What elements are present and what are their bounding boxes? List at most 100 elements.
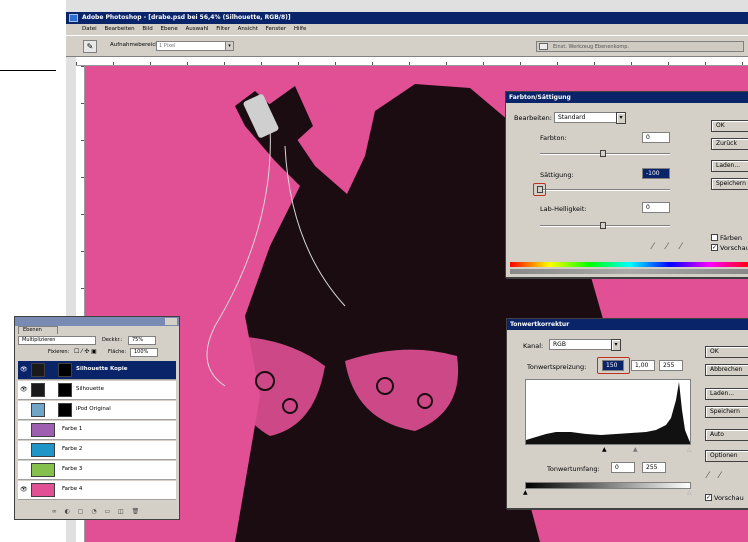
fill-field[interactable]: 100% <box>130 348 158 357</box>
black-point-slider-icon[interactable]: ▲ <box>602 446 607 453</box>
levels-cancel-button[interactable]: Abbrechen <box>705 364 748 376</box>
output-black-slider-icon[interactable]: ▲ <box>523 489 528 496</box>
levels-options-button[interactable]: Optionen <box>705 450 748 462</box>
output-levels-label: Tonwertumfang: <box>547 465 600 473</box>
palette-well-tabs: Einst. Werkzeug Ebenenkomp. <box>553 44 630 50</box>
saturation-field[interactable]: -100 <box>642 168 670 179</box>
layer-row-silhouette-kopie[interactable]: 👁 Silhouette Kopie <box>18 361 176 380</box>
lightness-field[interactable]: 0 <box>642 202 670 213</box>
gamma-slider-icon[interactable]: ▲ <box>633 446 638 453</box>
levels-auto-button[interactable]: Auto <box>705 429 748 441</box>
opacity-field[interactable]: 75% <box>128 336 156 345</box>
menu-bearbeiten[interactable]: Bearbeiten <box>104 26 134 32</box>
layer-thumbnail <box>31 443 55 457</box>
black-eyedropper-icon[interactable]: ⁄ <box>707 471 709 481</box>
lock-icons[interactable]: ☐ ⁄ ✣ ▣ <box>74 348 97 355</box>
layer-row-farbe-2[interactable]: Farbe 2 <box>18 441 176 460</box>
chevron-down-icon[interactable]: ▾ <box>616 112 626 124</box>
layer-thumbnail <box>31 483 55 497</box>
eyedropper-icon[interactable]: ⁄ <box>652 242 654 252</box>
hue-saturation-dialog: Farbton/Sättigung Bearbeiten: Standard ▾… <box>505 91 748 278</box>
menu-fenster[interactable]: Fenster <box>266 26 286 32</box>
blend-mode-select[interactable]: Multiplizieren <box>18 336 96 345</box>
layer-row-farbe-1[interactable]: Farbe 1 <box>18 421 176 440</box>
eye-icon[interactable] <box>20 406 27 414</box>
hue-dialog-title: Farbton/Sättigung <box>506 92 748 103</box>
input-gamma-field[interactable]: 1,00 <box>631 360 655 371</box>
eyedropper-minus-icon[interactable]: ⁄ <box>680 242 682 252</box>
tab-layers[interactable]: Ebenen <box>18 326 58 334</box>
sample-select[interactable]: 1 Pixel ▾ <box>156 41 234 51</box>
white-point-slider-icon[interactable]: △ <box>687 446 692 453</box>
levels-preview-checkbox[interactable]: ✓ <box>705 494 712 501</box>
menu-bar: Datei Bearbeiten Bild Ebene Auswahl Filt… <box>66 24 748 35</box>
hue-spectrum-top <box>510 262 748 267</box>
eye-icon[interactable] <box>20 446 27 454</box>
layer-mask-thumbnail <box>58 383 72 397</box>
menu-filter[interactable]: Filter <box>216 26 230 32</box>
margin-rule <box>0 70 56 71</box>
lightness-slider-thumb[interactable] <box>600 222 606 229</box>
options-bar: ✎ Aufnahmebereich: 1 Pixel ▾ Einst. Werk… <box>66 35 748 57</box>
chevron-down-icon[interactable]: ▾ <box>611 339 621 351</box>
saturation-highlight <box>533 183 546 196</box>
output-gradient <box>525 482 691 489</box>
hue-preview-checkbox[interactable]: ✓ <box>711 244 718 251</box>
histogram-graph <box>526 382 690 444</box>
menu-auswahl[interactable]: Auswahl <box>185 26 208 32</box>
layers-panel-titlebar[interactable] <box>15 317 179 326</box>
hue-load-button[interactable]: Laden... <box>711 160 748 172</box>
eye-icon[interactable] <box>20 466 27 474</box>
menu-hilfe[interactable]: Hilfe <box>294 26 307 32</box>
hue-ok-button[interactable]: OK <box>711 120 748 132</box>
output-white-slider-icon[interactable]: △ <box>687 489 692 496</box>
layer-thumbnail <box>31 383 45 397</box>
opacity-label: Deckkr.: <box>102 337 123 343</box>
edit-label: Bearbeiten: <box>514 114 552 122</box>
layer-row-farbe-3[interactable]: Farbe 3 <box>18 461 176 480</box>
lock-label: Fixieren: <box>48 349 70 355</box>
hue-slider-thumb[interactable] <box>600 150 606 157</box>
menu-ebene[interactable]: Ebene <box>160 26 177 32</box>
levels-ok-button[interactable]: OK <box>705 346 748 358</box>
eye-icon[interactable] <box>20 426 27 434</box>
brush-tool-icon[interactable]: ✎ <box>83 40 97 53</box>
window-title-bar: Adobe Photoshop - [drabe.psd bei 56,4% (… <box>66 12 748 24</box>
colorize-checkbox[interactable] <box>711 234 718 241</box>
panel-close-icon[interactable] <box>165 318 177 325</box>
sample-select-value: 1 Pixel <box>159 43 176 49</box>
hue-reset-button[interactable]: Zurück <box>711 138 748 150</box>
layer-name: Farbe 4 <box>62 486 83 492</box>
saturation-slider[interactable] <box>540 189 670 191</box>
eye-icon[interactable]: 👁 <box>20 486 28 494</box>
menu-datei[interactable]: Datei <box>82 26 97 32</box>
hue-field[interactable]: 0 <box>642 132 670 143</box>
layer-thumbnail <box>31 403 45 417</box>
layer-row-ipod-original[interactable]: iPod Original <box>18 401 176 420</box>
layer-name: Farbe 3 <box>62 466 83 472</box>
input-black-highlight <box>597 357 630 374</box>
eyedropper-plus-icon[interactable]: ⁄ <box>666 242 668 252</box>
fill-label: Fläche: <box>108 349 127 355</box>
menu-ansicht[interactable]: Ansicht <box>238 26 258 32</box>
levels-histogram <box>525 379 691 445</box>
layer-name: Farbe 2 <box>62 446 83 452</box>
eye-icon[interactable]: 👁 <box>20 366 28 374</box>
horizontal-ruler[interactable] <box>76 57 748 66</box>
hue-save-button[interactable]: Speichern <box>711 178 748 190</box>
menu-bild[interactable]: Bild <box>142 26 152 32</box>
eye-icon[interactable]: 👁 <box>20 386 28 394</box>
input-white-field[interactable]: 255 <box>659 360 683 371</box>
layer-row-farbe-4[interactable]: 👁 Farbe 4 <box>18 481 176 500</box>
layer-thumbnail <box>31 423 55 437</box>
levels-load-button[interactable]: Laden... <box>705 388 748 400</box>
gray-eyedropper-icon[interactable]: ⁄ <box>719 471 721 481</box>
palette-well[interactable]: Einst. Werkzeug Ebenenkomp. <box>536 41 744 52</box>
output-white-field[interactable]: 255 <box>642 462 666 473</box>
levels-save-button[interactable]: Speichern <box>705 406 748 418</box>
layer-row-silhouette[interactable]: 👁 Silhouette <box>18 381 176 400</box>
layers-panel-footer-icons[interactable]: ∞ ◐ ▢ ◔ ▭ ◫ 🗑 <box>18 508 176 517</box>
output-black-field[interactable]: 0 <box>611 462 635 473</box>
layer-name: Silhouette Kopie <box>76 366 128 372</box>
layer-thumbnail <box>31 463 55 477</box>
